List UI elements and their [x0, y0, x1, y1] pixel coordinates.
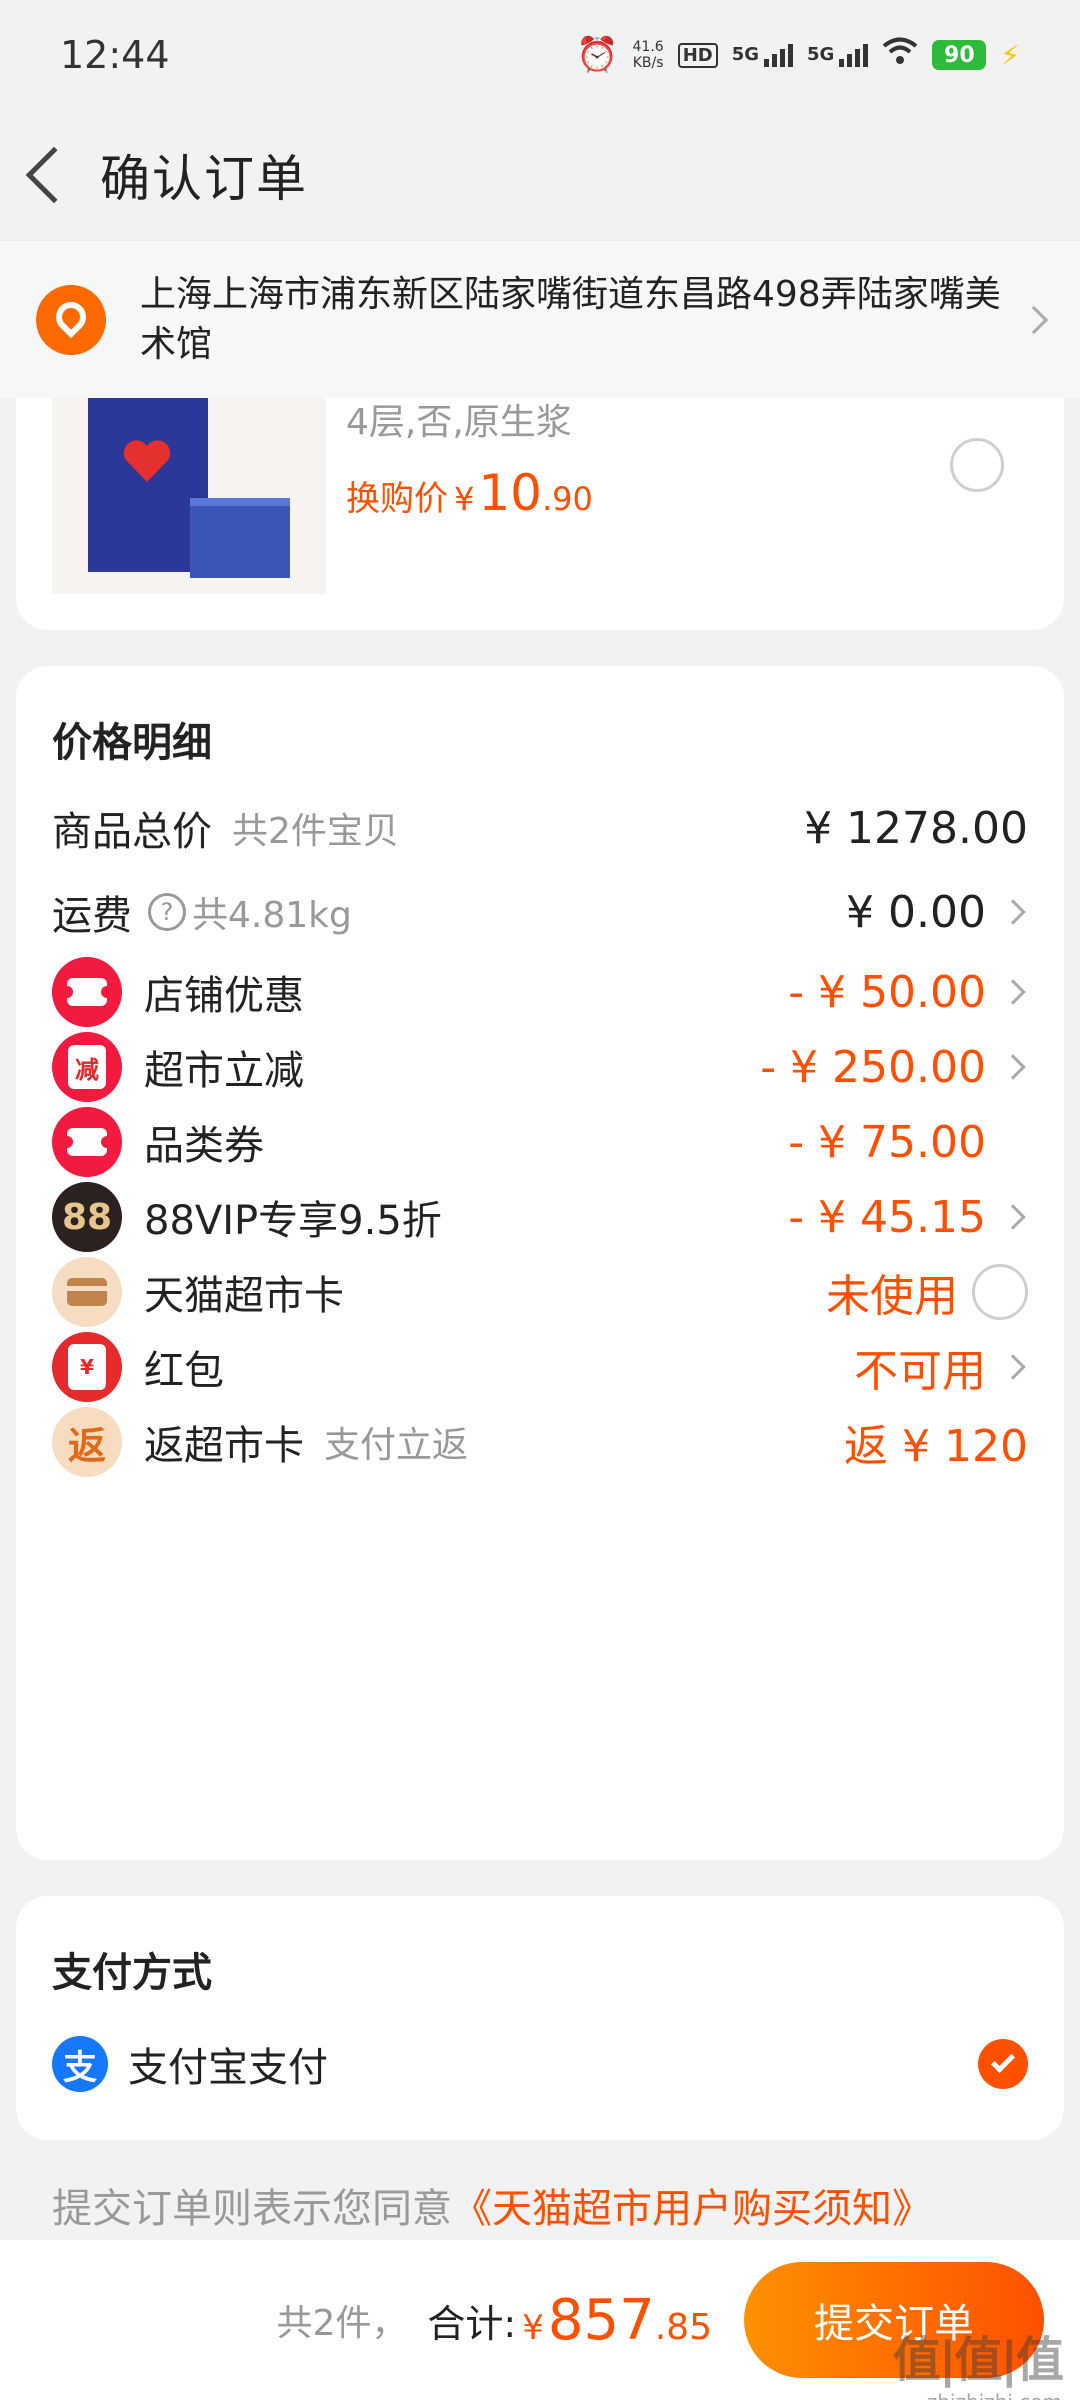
total-currency: ¥: [522, 2307, 544, 2348]
row-amount: 未使用: [826, 1271, 958, 1322]
row-label: 超市立减: [144, 1048, 304, 1094]
chevron-right-icon: [1000, 1054, 1026, 1080]
price-detail-card: 价格明细 商品总价 共2件宝贝 ¥ 1278.00 运费 ? 共4.81kg ¥…: [16, 666, 1064, 1860]
nav-header: 确认订单: [0, 110, 1080, 240]
total-label: 合计:: [427, 2301, 517, 2346]
watermark-url: zhizhizhi.com: [927, 2390, 1062, 2400]
back-icon[interactable]: [25, 146, 83, 204]
row-amount: - ¥ 50.00: [788, 966, 986, 1018]
chevron-right-icon: [1019, 305, 1049, 334]
agreement-link[interactable]: 《天猫超市用户购买须知》: [452, 2186, 932, 2232]
row-sub: 共4.81kg: [192, 895, 352, 936]
sim2-label: 5G: [807, 43, 835, 65]
question-icon[interactable]: ?: [148, 893, 186, 931]
row-label: 店铺优惠: [144, 973, 304, 1019]
address-text: 上海上海市浦东新区陆家嘴街道东昌路498弄陆家嘴美术馆: [140, 273, 1001, 365]
row-amount: - ¥ 250.00: [760, 1041, 986, 1093]
product-price: 换购价 ¥ 10 .90: [346, 464, 593, 522]
alarm-icon: ⏰: [576, 35, 619, 75]
row-label: 品类券: [144, 1123, 264, 1169]
cashback-icon: 返: [52, 1407, 122, 1477]
total-count: 共2件，: [276, 2303, 408, 2344]
net-speed-unit: KB/s: [632, 55, 664, 71]
red-packet-icon-text: ¥: [68, 1344, 106, 1390]
sim1-label: 5G: [731, 43, 760, 65]
row-label: 88VIP专享9.5折: [144, 1198, 442, 1244]
product-select-radio[interactable]: [950, 438, 1004, 492]
hd-icon: HD: [677, 42, 718, 68]
row-label: 返超市卡: [144, 1423, 304, 1469]
price-detail-title: 价格明细: [52, 720, 212, 766]
row-amount: ¥ 0.00: [846, 886, 986, 938]
price-currency: ¥: [454, 480, 475, 518]
signal-icon-1: 5G: [731, 43, 794, 67]
payment-option-alipay[interactable]: 支 支付宝支付: [16, 2014, 1064, 2114]
product-image[interactable]: [52, 398, 326, 594]
watermark-logo: 值|值|值: [892, 2332, 1064, 2388]
row-label: 红包: [144, 1348, 224, 1394]
row-label: 商品总价: [52, 809, 212, 855]
chevron-right-icon: [1000, 899, 1026, 925]
net-speed-value: 41.6: [632, 39, 664, 55]
row-label: 天猫超市卡: [144, 1273, 344, 1319]
wifi-icon: [882, 37, 918, 73]
price-label: 换购价: [346, 479, 448, 519]
product-card: 4层,否,原生浆 换购价 ¥ 10 .90: [16, 398, 1064, 630]
reduction-icon-text: 减: [68, 1045, 106, 1089]
payment-card: 支付方式 支 支付宝支付: [16, 1896, 1064, 2140]
chevron-right-icon: [1000, 1204, 1026, 1230]
status-bar: 12:44 ⏰ 41.6 KB/s HD 5G 5G 90 ⚡: [0, 0, 1080, 110]
watermark: 值|值|值 zhizhizhi.com: [892, 2320, 1064, 2400]
row-sub: 共2件宝贝: [232, 811, 399, 852]
location-pin-icon: [36, 284, 106, 355]
total-int: 857: [547, 2287, 655, 2353]
row-amount: 不可用: [854, 1346, 986, 1397]
signal-icon-2: 5G: [807, 43, 869, 67]
battery-icon: 90: [932, 40, 987, 70]
payment-method-label: 支付宝支付: [128, 2045, 328, 2091]
checkmark-icon[interactable]: [978, 2039, 1028, 2089]
tmall-card-radio[interactable]: [972, 1264, 1028, 1320]
charging-icon: ⚡: [1000, 38, 1020, 72]
agreement-text: 提交订单则表示您同意《天猫超市用户购买须知》: [52, 2176, 932, 2234]
net-speed: 41.6 KB/s: [633, 39, 664, 71]
agreement-prefix: 提交订单则表示您同意: [52, 2186, 452, 2232]
alipay-icon: 支: [52, 2036, 108, 2092]
page-title: 确认订单: [100, 150, 308, 208]
row-sub: 支付立返: [324, 1425, 469, 1466]
row-label: 运费: [52, 893, 132, 939]
total-dec: .85: [654, 2306, 712, 2348]
total-price: ¥ 857 .85: [522, 2288, 712, 2353]
status-time: 12:44: [60, 33, 170, 77]
row-amount: 返 ¥ 120: [844, 1421, 1028, 1472]
row-cashback-card: 返 返超市卡 支付立返 返 ¥ 120: [16, 1392, 1064, 1492]
price-dec: .90: [541, 480, 593, 518]
chevron-right-icon: [1000, 979, 1026, 1005]
payment-title: 支付方式: [52, 1950, 212, 1996]
price-int: 10: [478, 464, 542, 522]
address-bar[interactable]: 上海上海市浦东新区陆家嘴街道东昌路498弄陆家嘴美术馆: [0, 240, 1080, 398]
status-icons: ⏰ 41.6 KB/s HD 5G 5G 90 ⚡: [576, 35, 1020, 75]
row-amount: ¥ 1278.00: [804, 802, 1028, 854]
product-spec: 4层,否,原生浆: [346, 402, 572, 443]
chevron-right-icon: [1000, 1354, 1026, 1380]
row-amount: - ¥ 75.00: [788, 1116, 986, 1168]
row-amount: - ¥ 45.15: [788, 1191, 986, 1243]
